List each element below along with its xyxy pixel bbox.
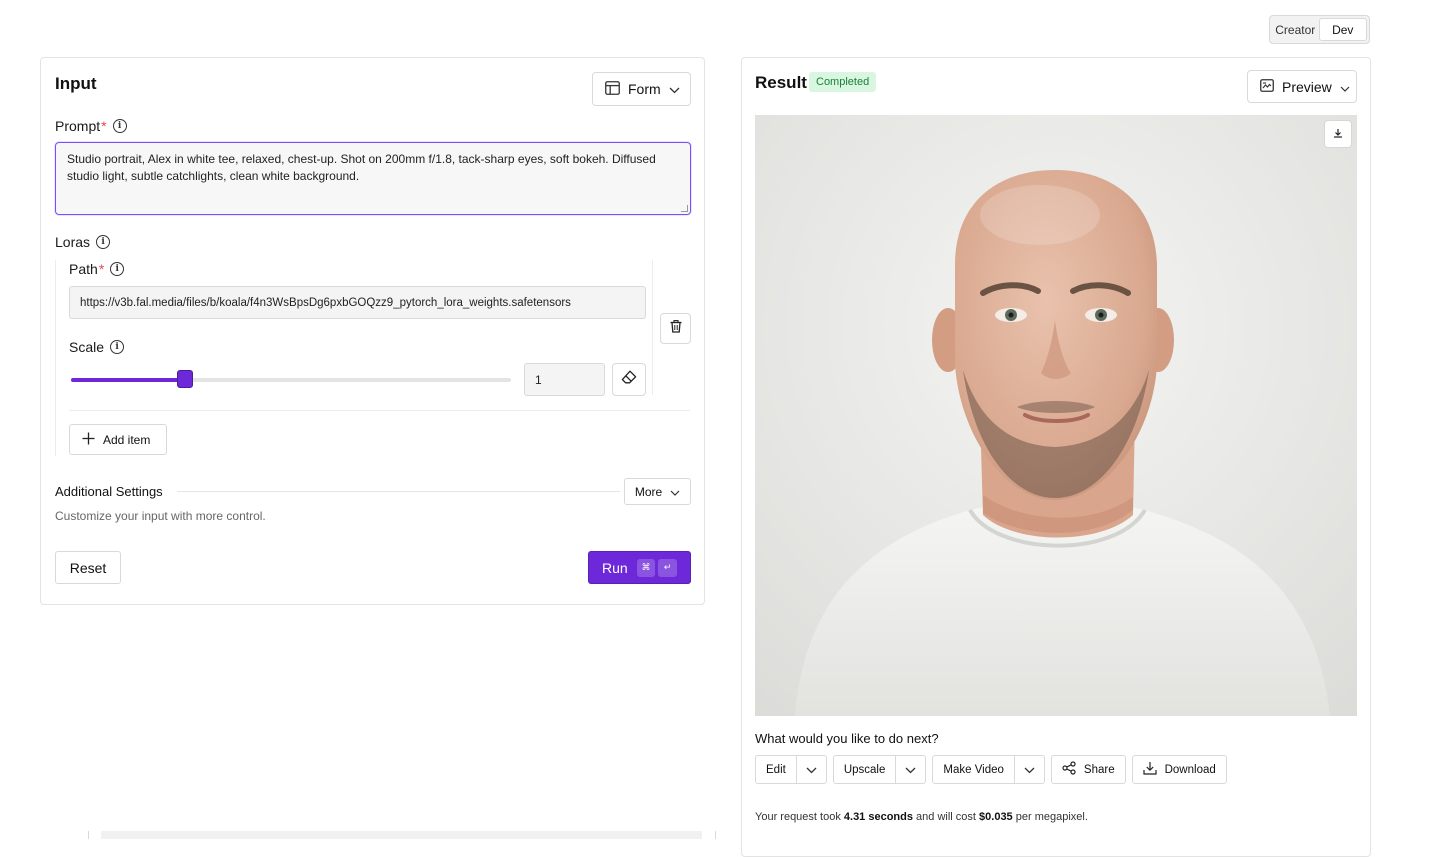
loras-label: Loras [55,234,91,250]
more-settings-button[interactable]: More [624,478,691,505]
scale-slider-thumb[interactable] [177,370,194,388]
share-button[interactable]: Share [1050,755,1126,784]
chevron-down-icon [1024,761,1035,779]
cost-middle: and will cost [916,811,976,823]
upscale-split-button: Upscale [832,755,927,784]
info-icon[interactable]: i [110,262,125,276]
download-icon [1333,125,1343,143]
scale-label: Scale [69,339,105,355]
path-required-mark: * [98,261,105,277]
make-video-options-button[interactable] [1015,756,1044,783]
lora-path-input[interactable]: https://v3b.fal.media/files/b/koala/f4n3… [69,286,646,319]
chevron-down-icon [670,485,680,499]
prompt-required-mark: * [101,118,107,134]
run-button[interactable]: Run ⌘ ↵ [588,551,691,584]
result-view-dropdown[interactable]: Preview [1247,70,1357,103]
command-key-icon: ⌘ [636,558,656,577]
add-item-label: Add item [103,432,151,447]
loras-label-row: Loras i [55,234,111,250]
chevron-down-icon [1340,79,1350,95]
plus-icon [82,432,95,448]
image-download-button[interactable] [1325,121,1351,147]
edit-button[interactable]: Edit [756,756,797,783]
cost-suffix: per megapixel. [1015,811,1088,823]
input-view-dropdown[interactable]: Form [592,72,691,106]
result-panel-title: Result [755,73,807,92]
share-label: Share [1083,763,1115,776]
request-duration: 4.31 seconds [843,811,913,823]
delete-lora-button[interactable] [660,313,691,344]
table-layout-icon [605,80,620,98]
lora-separator [69,410,690,411]
scale-slider-fill [71,378,186,382]
info-icon[interactable]: i [96,235,111,249]
input-panel: Input Form Prompt * i Studio portrait, A… [40,57,705,605]
prompt-label-row: Prompt * i [55,118,127,134]
download-button[interactable]: Download [1131,755,1227,784]
scale-slider[interactable] [71,370,511,388]
info-icon[interactable]: i [110,340,125,354]
lora-item-divider [652,260,653,395]
generated-image[interactable] [755,115,1357,716]
request-price: $0.035 [979,811,1013,823]
reset-scale-button[interactable] [612,363,646,396]
request-cost-summary: Your request took 4.31 seconds and will … [755,811,1088,823]
input-panel-title: Input [55,74,97,93]
scale-label-row: Scale i [69,339,125,355]
more-label: More [634,484,663,499]
chevron-down-icon [669,81,680,97]
prompt-label: Prompt [55,118,101,134]
portrait-image [755,115,1357,716]
path-label: Path [69,261,98,277]
scale-input[interactable]: 1 [524,363,605,396]
additional-settings-divider [177,491,620,492]
mode-toggle: Creator Dev [1269,15,1370,44]
cost-prefix: Your request took [755,811,841,823]
share-icon [1062,761,1076,778]
bottom-divider [715,831,716,839]
prompt-text: Studio portrait, Alex in white tee, rela… [67,152,656,183]
edit-options-button[interactable] [797,756,826,783]
bottom-panel-edge [101,831,702,839]
run-label: Run [602,559,628,576]
chevron-down-icon [806,761,817,779]
download-icon [1143,761,1157,778]
mode-option-creator[interactable]: Creator [1272,18,1319,41]
additional-settings-title: Additional Settings [55,484,163,499]
add-lora-item-button[interactable]: Add item [69,424,167,455]
resize-grip-icon[interactable] [681,205,688,212]
result-view-dropdown-label: Preview [1282,78,1332,95]
download-label: Download [1164,763,1216,776]
edit-split-button: Edit [755,755,827,784]
make-video-button[interactable]: Make Video [933,756,1015,783]
eraser-icon [621,370,637,389]
status-badge: Completed [809,72,877,92]
bottom-divider [88,831,89,839]
chevron-down-icon [905,761,916,779]
path-label-row: Path * i [69,261,125,277]
next-action-prompt: What would you like to do next? [755,731,939,746]
result-action-row: Edit Upscale Make Video Share Download [755,755,1227,784]
enter-key-icon: ↵ [658,558,677,577]
image-preview-icon [1260,78,1274,95]
additional-settings-subtitle: Customize your input with more control. [55,509,266,523]
reset-button[interactable]: Reset [55,551,121,584]
prompt-textarea[interactable]: Studio portrait, Alex in white tee, rela… [55,142,691,215]
upscale-button[interactable]: Upscale [834,756,897,783]
info-icon[interactable]: i [112,119,127,133]
lora-path-value: https://v3b.fal.media/files/b/koala/f4n3… [80,296,571,309]
make-video-split-button: Make Video [932,755,1045,784]
input-view-dropdown-label: Form [628,81,661,97]
mode-option-dev[interactable]: Dev [1318,18,1367,41]
scale-value: 1 [535,372,542,387]
trash-icon [670,319,682,338]
result-panel: Result Completed Preview What would you … [741,57,1371,857]
upscale-options-button[interactable] [896,756,925,783]
